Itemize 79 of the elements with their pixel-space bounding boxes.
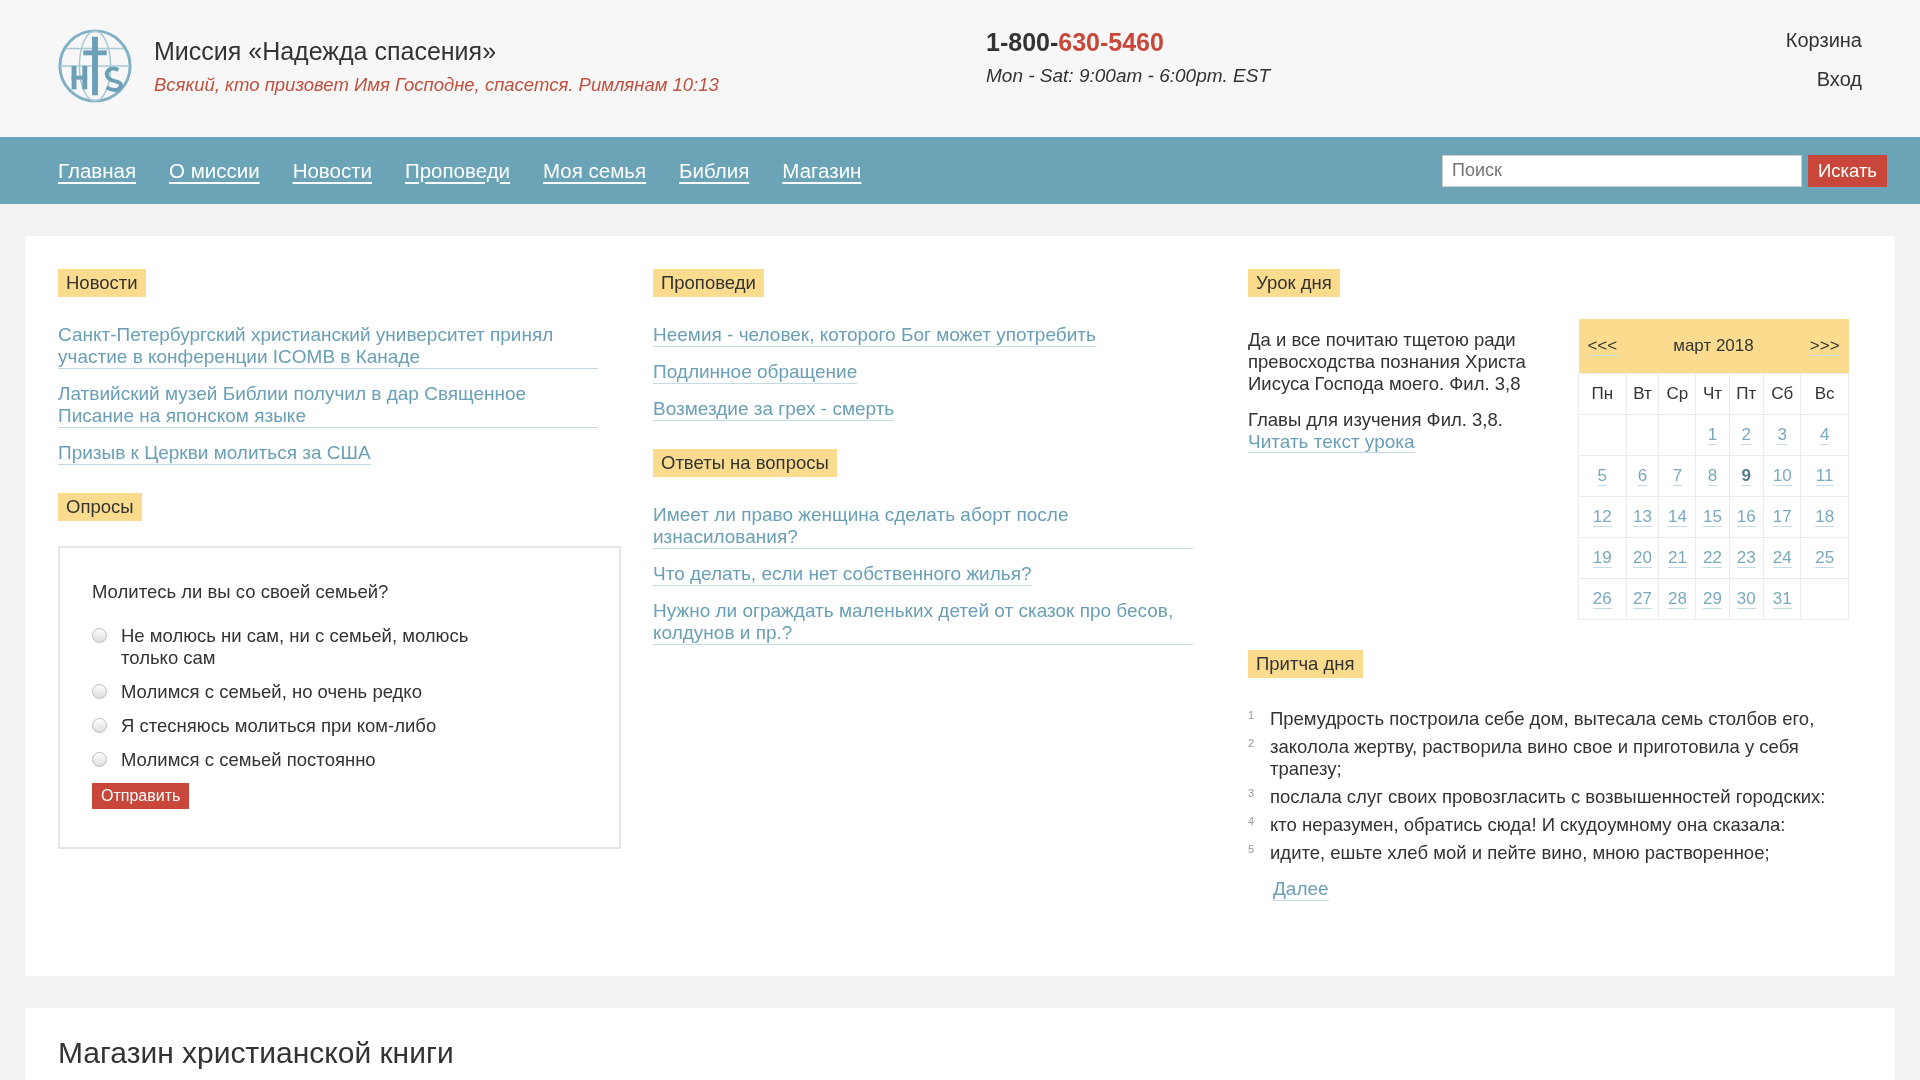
calendar-day[interactable]: 3 bbox=[1777, 425, 1787, 445]
more-link[interactable]: Далее bbox=[1273, 878, 1329, 901]
news-link[interactable]: Санкт-Петербургский христианский университет принял участие в конференции ICOMB в Канаде bbox=[58, 324, 598, 369]
news-link[interactable]: Латвийский музей Библии получил в дар Священное Писание на японском языке bbox=[58, 383, 598, 428]
weekday-label: Вт bbox=[1626, 373, 1659, 415]
section-heading: Ответы на вопросы bbox=[653, 449, 837, 477]
shop-heading: Магазин христианской книги bbox=[58, 1036, 455, 1070]
section-heading: Новости bbox=[58, 269, 146, 297]
poll-question: Молитесь ли вы со своей семьей? bbox=[92, 581, 390, 603]
calendar-day[interactable]: 25 bbox=[1815, 548, 1835, 568]
sermon-link[interactable]: Возмездие за грех - смерть bbox=[653, 398, 895, 421]
account-link[interactable]: Вход bbox=[1816, 68, 1862, 91]
calendar-day[interactable]: 12 bbox=[1592, 507, 1612, 527]
question-link[interactable]: Нужно ли ограждать маленьких детей от сказок про бесов, колдунов и пр.? bbox=[653, 600, 1193, 645]
radio-button[interactable] bbox=[92, 684, 107, 699]
verse-text: идите, ешьте хлеб мой и пейте вино, мною растворенное; bbox=[1270, 842, 1770, 864]
site-title: Миссия «Надежда спасения» bbox=[154, 36, 498, 66]
poll-option: Я стесняюсь молиться при ком-либо bbox=[121, 715, 437, 737]
question-link[interactable]: Имеет ли право женщина сделать аборт после изнасилования? bbox=[653, 504, 1193, 549]
weekday-label: Ср bbox=[1658, 373, 1696, 415]
radio-button[interactable] bbox=[92, 718, 107, 733]
phone-number: 1-800-630-5460 bbox=[986, 28, 1165, 57]
question-link[interactable]: Что делать, если нет собственного жилья? bbox=[653, 563, 1032, 586]
verse-number: 3 bbox=[1248, 786, 1256, 801]
section-heading: Притча дня bbox=[1248, 650, 1363, 678]
news-link[interactable]: Призыв к Церкви молиться за США bbox=[58, 442, 371, 465]
nav-link[interactable]: О миссии bbox=[169, 158, 260, 183]
verse-text: заколола жертву, растворила вино свое и приготовила у себя трапезу; bbox=[1270, 736, 1800, 780]
nav-link[interactable]: Магазин bbox=[782, 158, 862, 183]
submit-button[interactable]: Отправить bbox=[92, 783, 190, 809]
nav-link[interactable]: Новости bbox=[292, 158, 372, 183]
lesson-link[interactable]: Читать текст урока bbox=[1248, 431, 1415, 453]
poll-option: Молимся с семьей, но очень редко bbox=[121, 681, 422, 703]
weekday-label: Чт bbox=[1695, 373, 1729, 415]
header-verse: Всякий, кто призовет Имя Господне, спасется. Римлянам 10:13 bbox=[154, 73, 719, 96]
weekday-label: Пн bbox=[1578, 373, 1627, 415]
opening-hours: Mon - Sat: 9:00am - 6:00pm. EST bbox=[986, 65, 1272, 87]
nav-link[interactable]: Проповеди bbox=[405, 158, 511, 183]
sermon-link[interactable]: Неемия - человек, которого Бог может употребить bbox=[653, 324, 1096, 347]
search-button[interactable]: Искать bbox=[1807, 154, 1887, 187]
nav-link[interactable]: Библия bbox=[679, 158, 750, 183]
verse-number: 5 bbox=[1248, 842, 1256, 857]
verse-number: 2 bbox=[1248, 736, 1256, 751]
calendar-day[interactable]: 7 bbox=[1672, 466, 1683, 486]
poll-option: Не молюсь ни сам, ни с семьей, молюсь только сам bbox=[121, 625, 512, 669]
radio-button[interactable] bbox=[92, 752, 107, 767]
calendar-day[interactable]: 19 bbox=[1592, 548, 1612, 568]
calendar-day[interactable]: 6 bbox=[1637, 466, 1648, 486]
calendar-day[interactable]: 8 bbox=[1707, 466, 1718, 486]
globe-cross-logo-icon bbox=[56, 27, 134, 105]
calendar-day[interactable]: 1 bbox=[1707, 425, 1718, 445]
weekday-label: Вс bbox=[1800, 373, 1849, 415]
calendar-day[interactable]: 2 bbox=[1741, 425, 1751, 445]
search-field[interactable]: Поиск bbox=[1441, 154, 1802, 187]
verse-number: 4 bbox=[1248, 814, 1256, 829]
section-heading: Опросы bbox=[58, 493, 142, 521]
sermon-link[interactable]: Подлинное обращение bbox=[653, 361, 858, 384]
calendar-day[interactable]: 9 bbox=[1741, 466, 1751, 486]
radio-button[interactable] bbox=[92, 628, 107, 643]
section-heading: Урок дня bbox=[1248, 269, 1340, 297]
nav-link[interactable]: Главная bbox=[58, 158, 137, 183]
lesson-chapters: Главы для изучения Фил. 3,8. bbox=[1248, 409, 1504, 431]
poll-option: Молимся с семьей постоянно bbox=[121, 749, 376, 771]
weekday-label: Сб bbox=[1763, 373, 1801, 415]
verse-number: 1 bbox=[1248, 708, 1256, 723]
calendar-day[interactable]: 18 bbox=[1815, 507, 1835, 527]
verse-text: кто неразумен, обратись сюда! И скудоумному она сказала: bbox=[1270, 814, 1786, 836]
lesson-text: Да и все почитаю тщетою ради превосходства познания Христа Иисуса Господа моего. Фил. 3,8 bbox=[1248, 329, 1527, 395]
calendar-day[interactable]: 26 bbox=[1592, 589, 1612, 609]
weekday-label: Пт bbox=[1729, 373, 1764, 415]
section-heading: Проповеди bbox=[653, 269, 764, 297]
account-link[interactable]: Корзина bbox=[1785, 29, 1862, 52]
verse-text: Премудрость построила себе дом, вытесала семь столбов его, bbox=[1270, 708, 1815, 730]
calendar-day[interactable]: 5 bbox=[1597, 466, 1607, 486]
nav-link[interactable]: Моя семья bbox=[543, 158, 647, 183]
calendar-day[interactable]: 4 bbox=[1819, 425, 1830, 445]
calendar-day[interactable]: 11 bbox=[1815, 466, 1834, 486]
verse-text: послала слуг своих провозгласить с возвышенностей городских: bbox=[1270, 786, 1826, 808]
month-title: март 2018 bbox=[1626, 319, 1801, 374]
